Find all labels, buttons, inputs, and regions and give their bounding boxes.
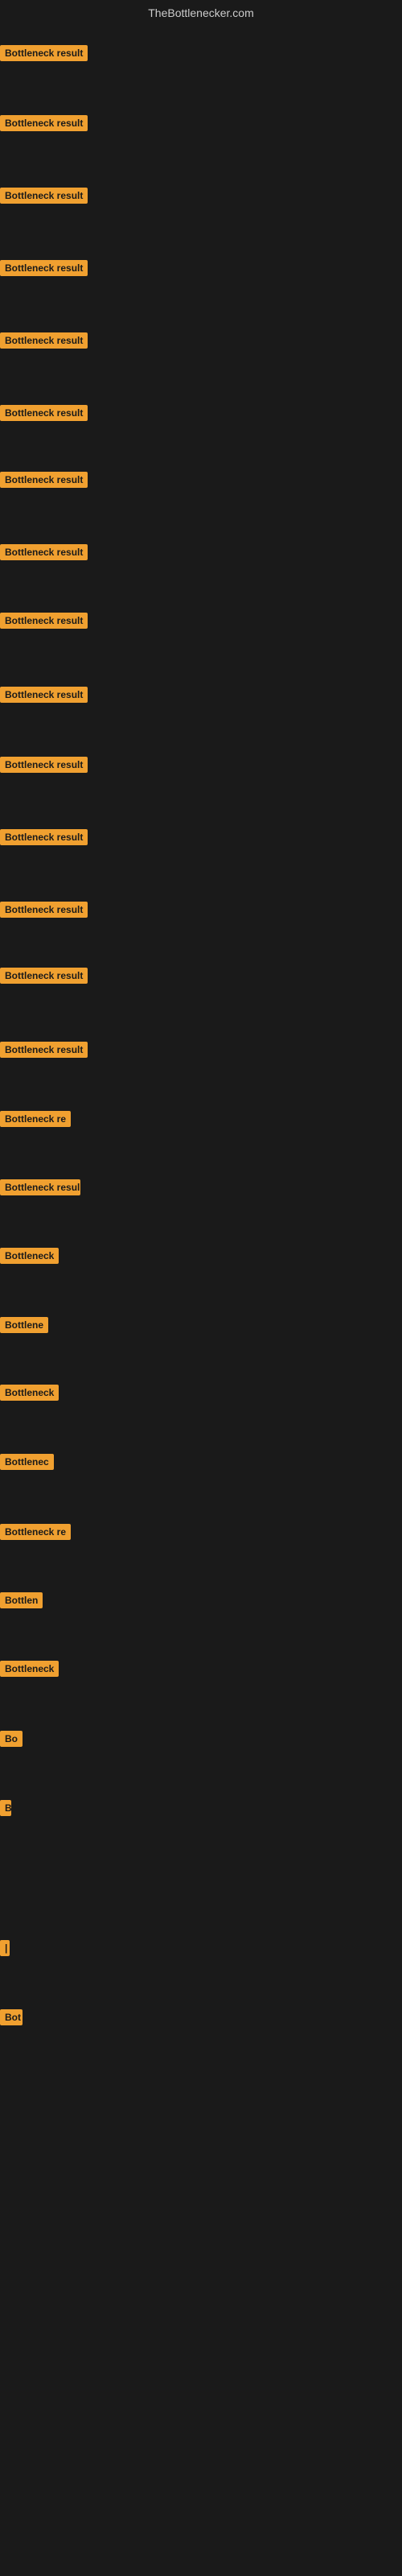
- bottleneck-label: Bottleneck result: [0, 829, 88, 845]
- bottleneck-label: Bottleneck result: [0, 544, 88, 560]
- bottleneck-label: Bottleneck result: [0, 115, 88, 131]
- bottleneck-label: Bottleneck: [0, 1248, 59, 1264]
- bottleneck-label: Bottleneck result: [0, 902, 88, 918]
- bottleneck-label: Bottleneck result: [0, 613, 88, 629]
- bottleneck-label: Bottleneck resul: [0, 1179, 80, 1195]
- bottleneck-label: Bottleneck: [0, 1385, 59, 1401]
- bottleneck-label: Bottleneck result: [0, 188, 88, 204]
- bottleneck-label: Bo: [0, 1731, 23, 1747]
- bottleneck-label: Bottleneck result: [0, 332, 88, 349]
- bottleneck-label: Bottleneck result: [0, 757, 88, 773]
- bottleneck-label: Bottleneck: [0, 1661, 59, 1677]
- bottleneck-label: Bot: [0, 2009, 23, 2025]
- bottleneck-label: Bottleneck result: [0, 687, 88, 703]
- bottleneck-label: Bottlene: [0, 1317, 48, 1333]
- bottleneck-label: Bottlenec: [0, 1454, 54, 1470]
- bottleneck-label: Bottleneck re: [0, 1524, 71, 1540]
- bottleneck-label: |: [0, 1940, 10, 1956]
- bottleneck-label: Bottleneck result: [0, 260, 88, 276]
- bottleneck-label: Bottleneck result: [0, 968, 88, 984]
- bottleneck-label: Bottleneck re: [0, 1111, 71, 1127]
- bottleneck-label: Bottlen: [0, 1592, 43, 1608]
- bottleneck-label: B: [0, 1800, 11, 1816]
- bottleneck-label: Bottleneck result: [0, 45, 88, 61]
- bottleneck-label: Bottleneck result: [0, 405, 88, 421]
- site-title: TheBottlenecker.com: [0, 6, 402, 19]
- bottleneck-label: Bottleneck result: [0, 1042, 88, 1058]
- bottleneck-label: Bottleneck result: [0, 472, 88, 488]
